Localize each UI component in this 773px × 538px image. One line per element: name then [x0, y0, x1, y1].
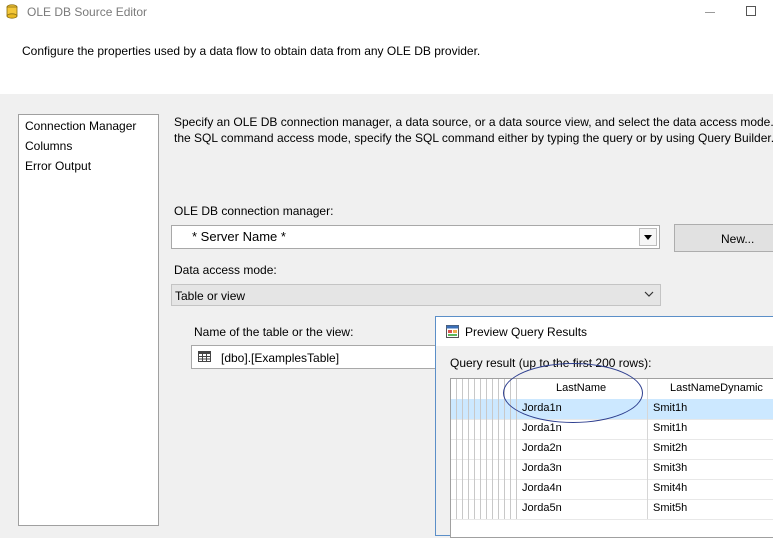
preview-query-results-window: Preview Query Results Query result (up t…: [435, 316, 773, 538]
preview-title: Preview Query Results: [465, 325, 588, 339]
cell-lastname: Jorda1n: [522, 422, 562, 434]
column-divider[interactable]: [647, 379, 648, 399]
cell-lastnamedynamic: Smit1h: [653, 402, 688, 414]
new-button-label: New...: [721, 232, 755, 246]
query-result-label: Query result (up to the first 200 rows):: [450, 356, 652, 370]
row-header[interactable]: [451, 459, 517, 479]
table-name-select[interactable]: [dbo].[ExamplesTable]: [191, 345, 441, 369]
new-connection-button[interactable]: New...: [674, 224, 773, 252]
results-grid[interactable]: LastName LastNameDynamic Jorda1n Smit1h …: [450, 378, 773, 538]
column-divider: [647, 399, 648, 419]
access-mode-select[interactable]: Table or view: [171, 284, 661, 306]
table-row[interactable]: Jorda2n Smit2h: [451, 439, 773, 460]
chevron-down-icon[interactable]: [639, 228, 657, 246]
connection-manager-value: * Server Name *: [192, 229, 286, 244]
cell-lastname: Jorda1n: [522, 402, 562, 414]
table-row[interactable]: Jorda4n Smit4h: [451, 479, 773, 500]
column-divider: [647, 499, 648, 519]
preview-title-bar: Preview Query Results: [436, 317, 773, 346]
table-row[interactable]: Jorda1n Smit1h: [451, 399, 773, 420]
chevron-down-icon: [644, 291, 654, 297]
nav-panel: Connection Manager Columns Error Output: [18, 114, 159, 526]
window-title: OLE DB Source Editor: [27, 5, 148, 19]
description-banner: [0, 24, 773, 94]
grid-header: LastName LastNameDynamic: [451, 379, 773, 400]
cell-lastname: Jorda3n: [522, 462, 562, 474]
instructions-line-1: Specify an OLE DB connection manager, a …: [174, 115, 773, 129]
cell-lastname: Jorda4n: [522, 482, 562, 494]
column-divider: [647, 459, 648, 479]
cell-lastname: Jorda5n: [522, 502, 562, 514]
cell-lastnamedynamic: Smit3h: [653, 462, 688, 474]
column-divider: [647, 419, 648, 439]
row-header-column: [451, 379, 517, 399]
row-header[interactable]: [451, 439, 517, 459]
preview-window-icon: [446, 325, 459, 338]
column-divider: [647, 439, 648, 459]
row-header[interactable]: [451, 479, 517, 499]
cell-lastname: Jorda2n: [522, 442, 562, 454]
nav-item-connection-manager[interactable]: Connection Manager: [25, 119, 136, 133]
title-bar: OLE DB Source Editor: [0, 0, 773, 24]
table-grid-icon: [198, 351, 211, 362]
column-header-lastnamedynamic[interactable]: LastNameDynamic: [670, 382, 763, 394]
instructions-line-2: the SQL command access mode, specify the…: [174, 131, 773, 145]
cell-lastnamedynamic: Smit4h: [653, 482, 688, 494]
connection-manager-select[interactable]: * Server Name *: [171, 225, 660, 249]
editor-description: Configure the properties used by a data …: [22, 44, 481, 58]
table-name-value: [dbo].[ExamplesTable]: [221, 351, 340, 365]
row-header[interactable]: [451, 419, 517, 439]
table-row[interactable]: Jorda1n Smit1h: [451, 419, 773, 440]
table-row[interactable]: Jorda3n Smit3h: [451, 459, 773, 480]
nav-item-error-output[interactable]: Error Output: [25, 159, 91, 173]
column-divider: [647, 479, 648, 499]
row-header[interactable]: [451, 499, 517, 519]
cell-lastnamedynamic: Smit5h: [653, 502, 688, 514]
column-header-lastname[interactable]: LastName: [556, 382, 606, 394]
table-name-label: Name of the table or the view:: [194, 325, 354, 339]
connection-manager-label: OLE DB connection manager:: [174, 204, 334, 218]
ssis-source-icon: [6, 4, 18, 19]
maximize-button[interactable]: [740, 0, 764, 24]
minimize-button[interactable]: [695, 0, 725, 24]
nav-item-columns[interactable]: Columns: [25, 139, 72, 153]
cell-lastnamedynamic: Smit2h: [653, 442, 688, 454]
access-mode-value: Table or view: [175, 289, 246, 303]
row-header[interactable]: [451, 399, 517, 419]
access-mode-label: Data access mode:: [174, 263, 277, 277]
cell-lastnamedynamic: Smit1h: [653, 422, 688, 434]
